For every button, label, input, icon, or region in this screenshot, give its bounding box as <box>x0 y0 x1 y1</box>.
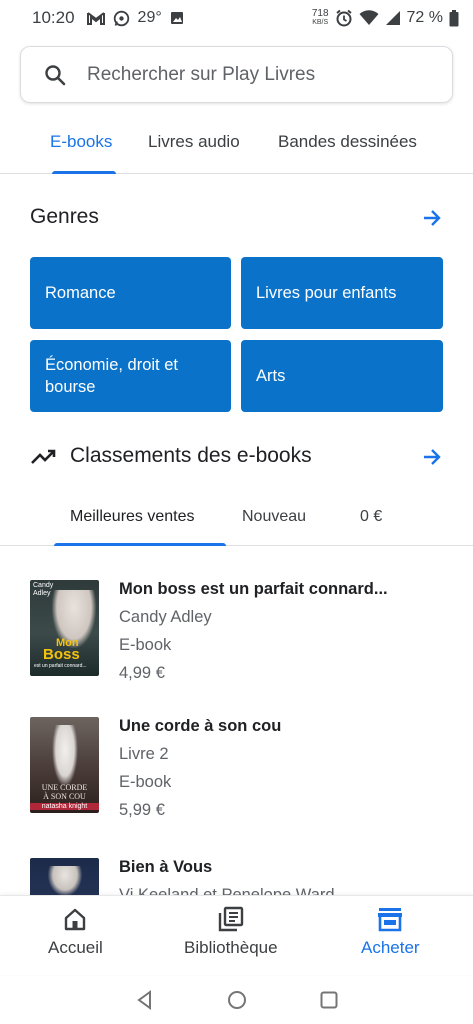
alarm-icon <box>335 9 353 27</box>
status-temperature: 29° <box>137 9 162 26</box>
nav-shop[interactable]: Acheter <box>361 906 420 958</box>
book-cover: Candy Adley Mon Boss est un parfait conn… <box>30 580 99 676</box>
book-format: E-book <box>119 636 172 654</box>
bottom-navigation: Accueil Bibliothèque Acheter <box>0 895 473 975</box>
genre-economy-button[interactable]: Économie, droit et bourse <box>30 340 231 412</box>
home-circle-icon[interactable] <box>226 989 248 1011</box>
arrow-right-icon <box>424 210 441 226</box>
recents-icon[interactable] <box>318 989 340 1011</box>
trending-up-icon <box>31 449 56 464</box>
active-ranking-tab-indicator <box>54 543 226 546</box>
book-item[interactable]: UNE CORDE À SON COU natasha knight Une c… <box>30 717 450 827</box>
library-icon <box>218 906 243 932</box>
gmail-icon <box>86 11 105 25</box>
signal-icon <box>385 10 401 26</box>
book-cover: UNE CORDE À SON COU natasha knight <box>30 717 99 813</box>
search-bar[interactable]: Rechercher sur Play Livres <box>20 46 453 103</box>
home-icon <box>65 908 86 931</box>
tab-best-sellers[interactable]: Meilleures ventes <box>70 508 195 526</box>
store-icon <box>378 908 403 932</box>
status-battery-text: 72 % <box>406 9 443 26</box>
book-price: 4,99 € <box>119 664 165 682</box>
ranking-tabs: Meilleures ventes Nouveau 0 € <box>0 492 473 546</box>
book-price: 5,99 € <box>119 801 165 819</box>
nav-library[interactable]: Bibliothèque <box>184 906 278 958</box>
active-tab-indicator <box>52 171 116 174</box>
book-series: Livre 2 <box>119 745 169 763</box>
genres-heading: Genres <box>30 205 99 228</box>
cover-subtitle: est un parfait connard... <box>34 663 87 669</box>
tab-new[interactable]: Nouveau <box>242 508 306 526</box>
cover-model-figure <box>48 866 82 895</box>
tab-comics[interactable]: Bandes dessinées <box>278 132 417 152</box>
arrow-right-icon <box>424 449 441 465</box>
search-placeholder: Rechercher sur Play Livres <box>87 63 316 85</box>
wifi-icon <box>359 10 379 26</box>
cover-model-figure <box>52 725 78 787</box>
tab-audiobooks[interactable]: Livres audio <box>148 132 240 152</box>
cover-author: natasha knight <box>30 803 99 810</box>
book-item[interactable]: Candy Adley Mon Boss est un parfait conn… <box>30 580 450 690</box>
search-icon <box>43 63 67 87</box>
image-icon <box>170 11 184 25</box>
whatsapp-icon <box>113 10 130 27</box>
cover-title-line-2: À SON COU <box>43 792 86 801</box>
book-author: Candy Adley <box>119 608 212 626</box>
book-item[interactable]: Bien à Vous Vi Keeland et Penelope Ward <box>30 858 450 895</box>
back-icon[interactable] <box>134 989 156 1011</box>
genres-more-button[interactable] <box>419 205 445 231</box>
cover-title-line-2: Boss <box>43 646 80 663</box>
book-cover <box>30 858 99 895</box>
book-title: Une corde à son cou <box>119 717 282 735</box>
rankings-more-button[interactable] <box>419 444 445 470</box>
book-author: Vi Keeland et Penelope Ward <box>119 886 335 895</box>
battery-icon <box>449 9 459 27</box>
nav-home[interactable]: Accueil <box>48 906 103 958</box>
book-title: Mon boss est un parfait connard... <box>119 580 388 598</box>
book-title: Bien à Vous <box>119 858 213 876</box>
genre-romance-button[interactable]: Romance <box>30 257 231 329</box>
genre-arts-button[interactable]: Arts <box>241 340 443 412</box>
genre-children-button[interactable]: Livres pour enfants <box>241 257 443 329</box>
network-speed: 718 KB/S <box>311 8 329 27</box>
tab-e-books[interactable]: E-books <box>50 132 112 152</box>
status-time: 10:20 <box>32 8 75 27</box>
category-tabs: E-books Livres audio Bandes dessinées <box>0 118 473 174</box>
rankings-heading: Classements des e-books <box>30 444 312 468</box>
book-format: E-book <box>119 773 172 791</box>
system-navigation-bar <box>0 975 473 1024</box>
tab-free[interactable]: 0 € <box>360 508 382 526</box>
status-bar: 10:20 29° 718 KB/S 72 % <box>0 0 473 36</box>
cover-title-line-1: UNE CORDE <box>41 783 88 792</box>
